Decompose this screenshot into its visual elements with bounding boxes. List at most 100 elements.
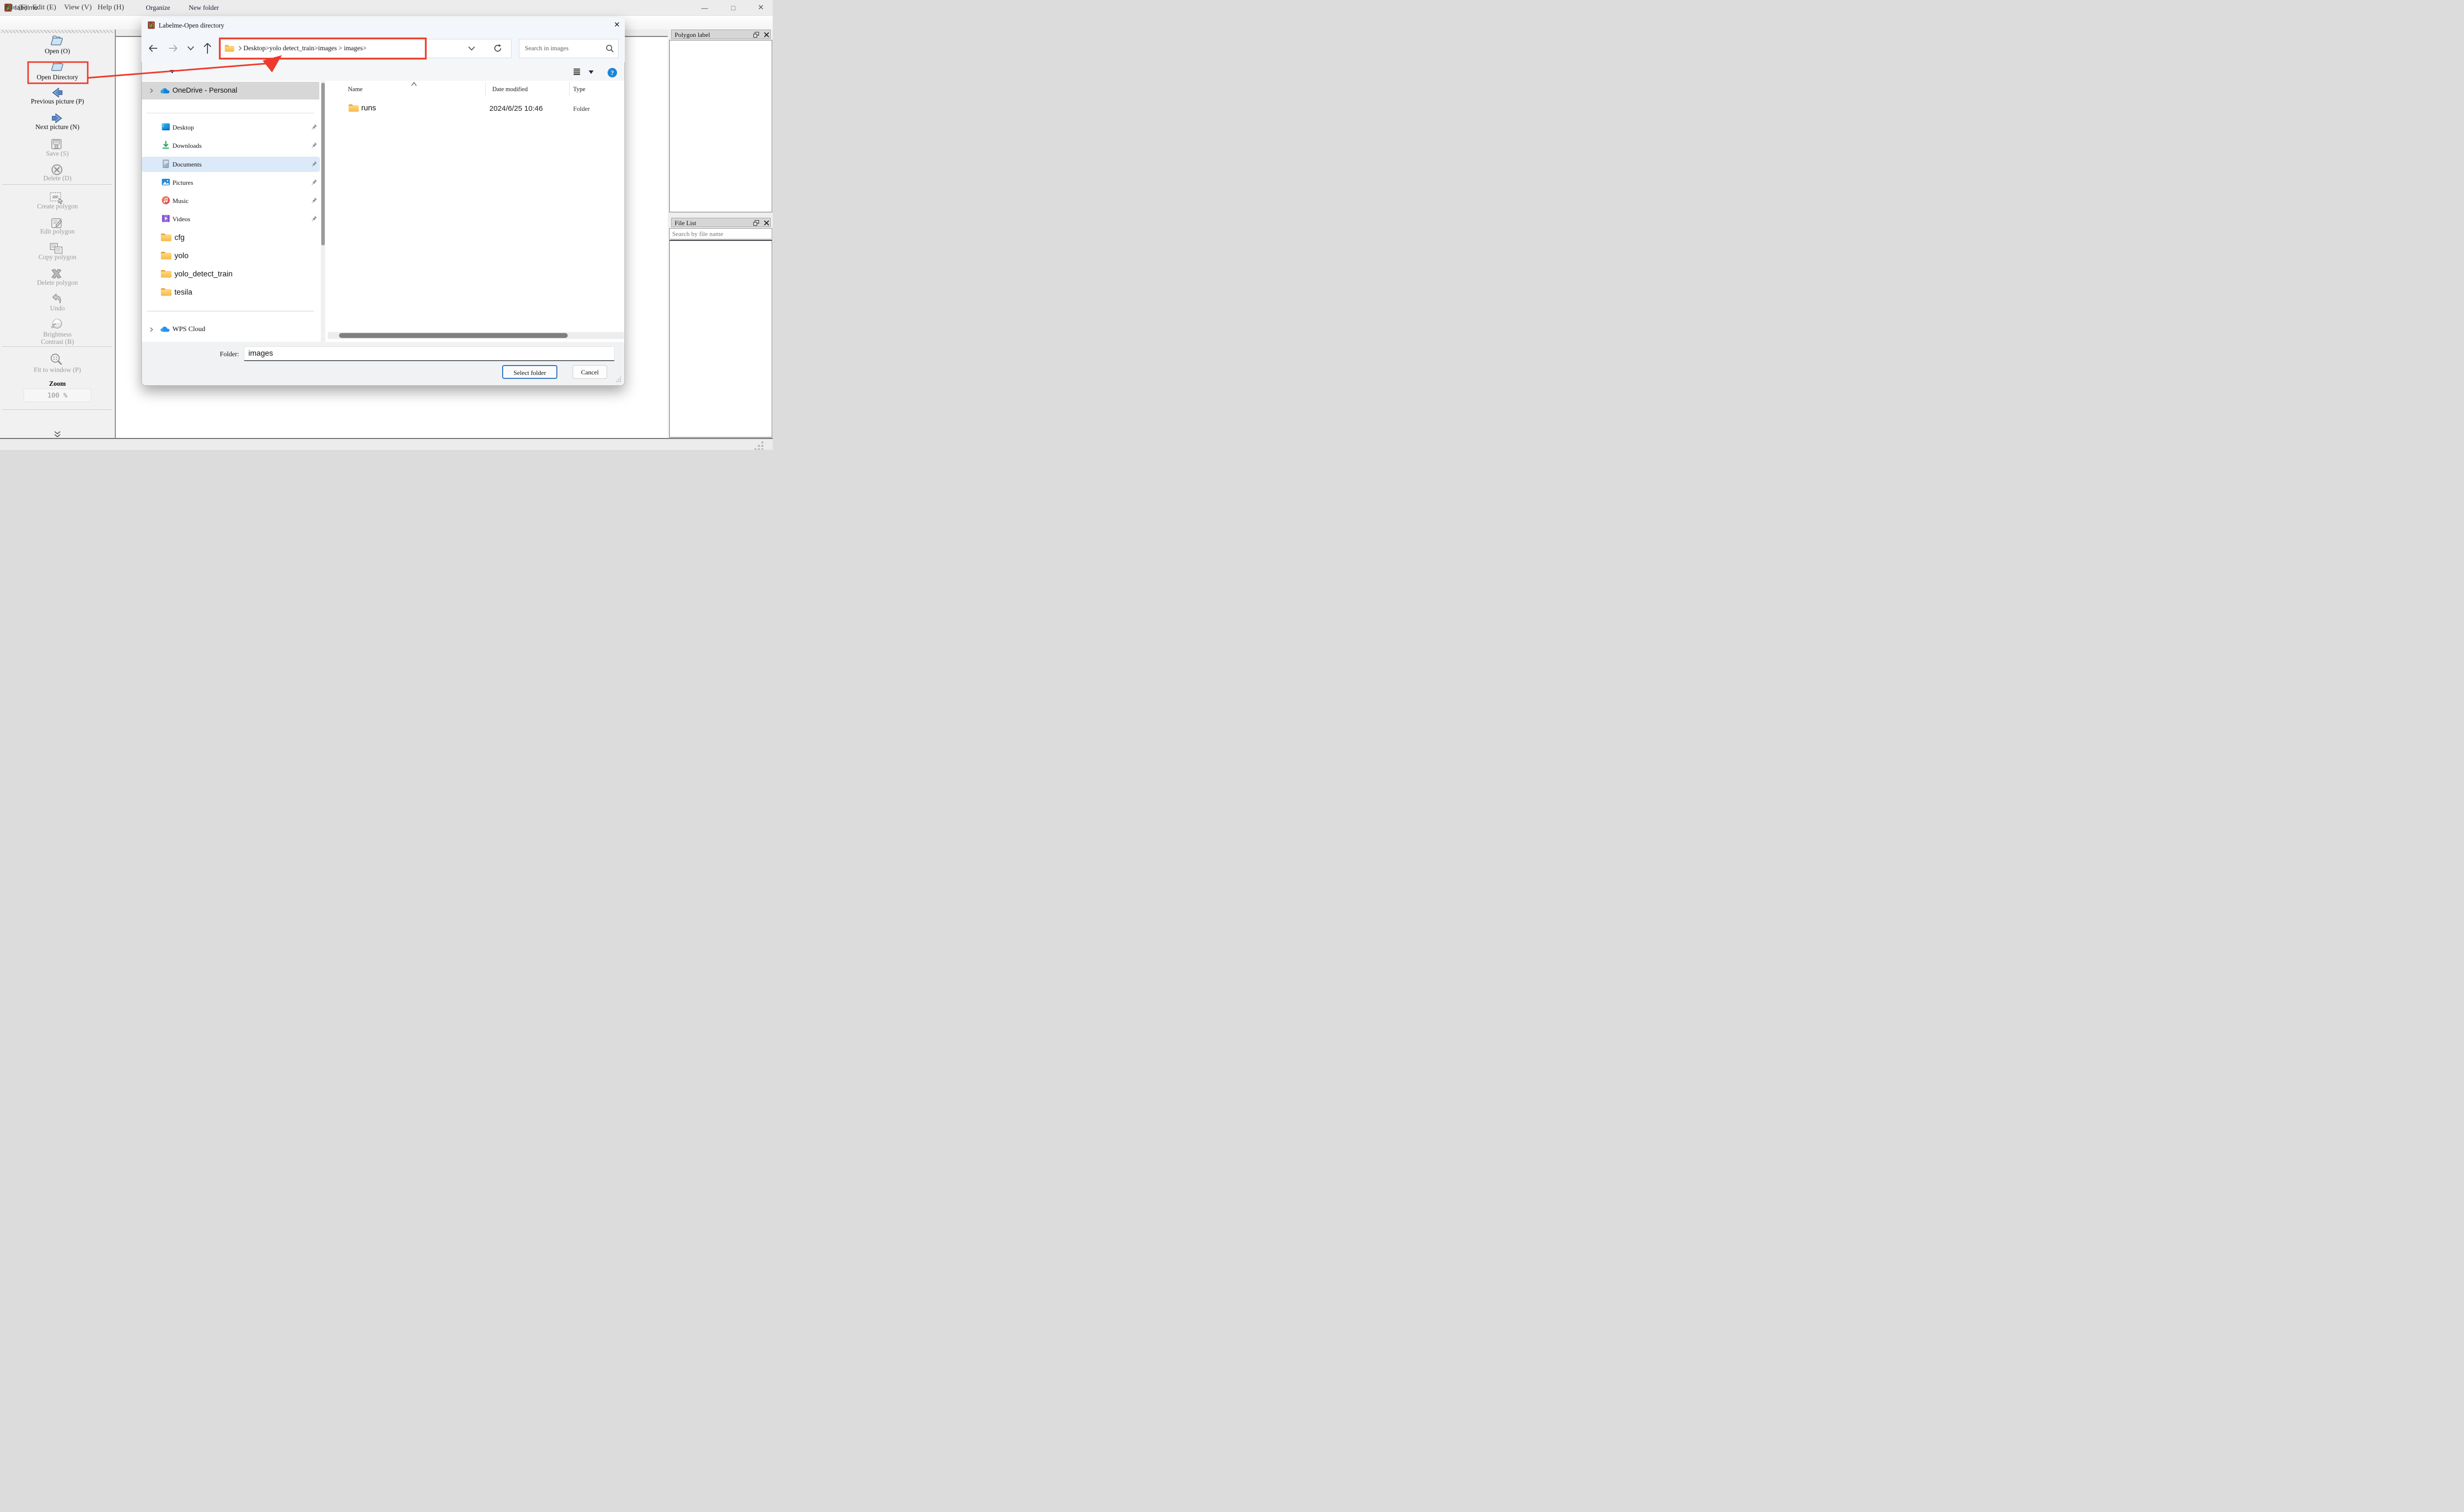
create-polygon-button[interactable]: Create polygon — [0, 202, 115, 210]
close-panel-icon[interactable] — [763, 220, 770, 226]
menu-view[interactable]: View (V) — [61, 2, 95, 13]
maximize-button[interactable]: □ — [723, 2, 743, 14]
save-button[interactable]: Save (S) — [0, 150, 115, 158]
sidebar-item-documents[interactable]: Documents — [172, 161, 202, 168]
column-header-type[interactable]: Type — [573, 86, 585, 93]
sidebar-item-wps-cloud[interactable]: WPS Cloud — [172, 326, 205, 334]
folder-icon — [160, 269, 172, 279]
toolbar-overflow-chevron-icon[interactable] — [53, 431, 62, 438]
file-pane-hscrollbar-thumb[interactable] — [339, 333, 568, 338]
column-divider[interactable] — [485, 82, 486, 97]
copy-polygon-button[interactable]: Copy polygon — [0, 253, 115, 261]
recent-locations-chevron-icon[interactable] — [187, 45, 195, 51]
folder-icon — [160, 232, 172, 242]
help-icon[interactable]: ? — [607, 67, 617, 78]
undo-button[interactable]: Undo — [0, 304, 115, 312]
new-folder-button[interactable]: New folder — [189, 4, 219, 12]
sidebar-item-videos[interactable]: Videos — [172, 215, 190, 223]
open-directory-icon — [50, 59, 64, 72]
pin-icon[interactable] — [310, 160, 318, 168]
back-icon[interactable] — [148, 43, 159, 54]
sidebar-scrollbar-thumb[interactable] — [321, 83, 325, 245]
expand-chevron-icon[interactable] — [148, 88, 154, 94]
next-picture-button[interactable]: Next picture (N) — [0, 123, 115, 131]
refresh-icon[interactable] — [493, 43, 503, 53]
menu-file[interactable]: File (F) — [2, 2, 30, 13]
address-dropdown-chevron-icon[interactable] — [468, 46, 476, 51]
previous-picture-icon — [51, 87, 64, 99]
file-row-type[interactable]: Folder — [573, 105, 590, 113]
folder-name-input[interactable] — [244, 346, 615, 361]
delete-file-button[interactable]: Delete (D) — [0, 174, 115, 182]
pin-icon[interactable] — [310, 197, 318, 204]
fit-to-window-icon — [49, 353, 63, 367]
forward-icon[interactable] — [168, 43, 178, 54]
brightness-contrast-button[interactable]: Brightness — [0, 331, 115, 338]
file-list-panel-header[interactable]: File List — [671, 218, 771, 227]
previous-picture-button[interactable]: Previous picture (P) — [0, 98, 115, 105]
open-file-icon — [50, 34, 63, 47]
polygon-label-list[interactable] — [669, 40, 772, 212]
folder-icon — [348, 103, 359, 113]
float-panel-icon[interactable] — [753, 220, 759, 226]
dialog-command-bar — [142, 62, 624, 81]
float-panel-icon[interactable] — [753, 32, 759, 38]
sort-ascending-icon[interactable] — [411, 82, 417, 86]
column-header-date-modified[interactable]: Date modified — [492, 86, 528, 93]
minimize-button[interactable]: — — [695, 2, 715, 14]
file-list-body[interactable] — [669, 240, 772, 437]
address-path[interactable]: Desktop>yolo detect_train>images > image… — [243, 44, 367, 52]
cancel-button[interactable]: Cancel — [573, 365, 607, 379]
sidebar-item-desktop[interactable]: Desktop — [172, 124, 194, 132]
menu-help[interactable]: Help (H) — [95, 2, 127, 13]
pin-icon[interactable] — [310, 141, 318, 149]
address-chevron-icon — [237, 45, 243, 51]
close-panel-icon[interactable] — [763, 32, 770, 38]
address-folder-icon — [224, 44, 235, 53]
polygon-label-panel-header[interactable]: Polygon label — [671, 30, 771, 39]
dialog-labelme-icon — [147, 21, 155, 29]
sidebar-item-pictures[interactable]: Pictures — [172, 179, 193, 187]
open-button[interactable]: Open (O) — [0, 47, 115, 55]
pin-icon[interactable] — [310, 123, 318, 131]
file-row-name[interactable]: runs — [361, 104, 376, 113]
toolbar-separator — [2, 346, 112, 347]
dialog-resize-grip[interactable] — [615, 376, 622, 383]
up-icon[interactable] — [202, 42, 213, 55]
view-mode-icon[interactable] — [573, 68, 581, 75]
sidebar-item-yolo[interactable]: yolo — [174, 252, 188, 261]
sidebar-item-tesila[interactable]: tesila — [174, 288, 192, 297]
pin-icon[interactable] — [310, 215, 318, 222]
sidebar-item-cfg[interactable]: cfg — [174, 234, 185, 242]
menu-edit[interactable]: Edit (E) — [30, 2, 59, 13]
edit-polygon-button[interactable]: Edit polygon — [0, 228, 115, 235]
view-mode-dropdown-icon[interactable] — [588, 70, 594, 74]
file-row-date[interactable]: 2024/6/25 10:46 — [489, 104, 543, 113]
delete-polygon-button[interactable]: Delete polygon — [0, 279, 115, 287]
expand-chevron-icon[interactable] — [148, 327, 154, 333]
sidebar-item-yolo-detect-train[interactable]: yolo_detect_train — [174, 270, 233, 279]
open-directory-button[interactable]: Open Directory — [0, 73, 115, 81]
toolbar-drag-handle[interactable] — [1, 30, 113, 33]
select-folder-button[interactable]: Select folder — [502, 365, 557, 379]
next-picture-icon — [51, 112, 64, 124]
file-search-input[interactable] — [669, 228, 772, 239]
folder-icon — [160, 250, 172, 261]
documents-icon — [161, 159, 171, 168]
zoom-value: 100 % — [24, 392, 91, 400]
organize-dropdown-icon[interactable] — [170, 69, 175, 74]
save-icon — [50, 138, 63, 150]
dialog-close-icon[interactable]: ✕ — [611, 20, 623, 31]
brightness-contrast-button-line2[interactable]: Contrast (B) — [0, 338, 115, 346]
folder-icon — [160, 287, 172, 297]
organize-button[interactable]: Organize — [146, 4, 170, 12]
column-divider[interactable] — [569, 82, 570, 97]
zoom-spinbox[interactable]: 100 % — [24, 389, 91, 402]
close-button[interactable]: ✕ — [751, 2, 771, 14]
column-header-name[interactable]: Name — [348, 86, 363, 93]
fit-to-window-button[interactable]: Fit to window (P) — [0, 366, 115, 374]
sidebar-item-music[interactable]: Music — [172, 197, 189, 205]
sidebar-item-downloads[interactable]: Downloads — [172, 142, 202, 150]
pin-icon[interactable] — [310, 178, 318, 186]
labelme-app-window: labelme — □ ✕ File (F) Edit (E) View (V)… — [0, 0, 773, 450]
